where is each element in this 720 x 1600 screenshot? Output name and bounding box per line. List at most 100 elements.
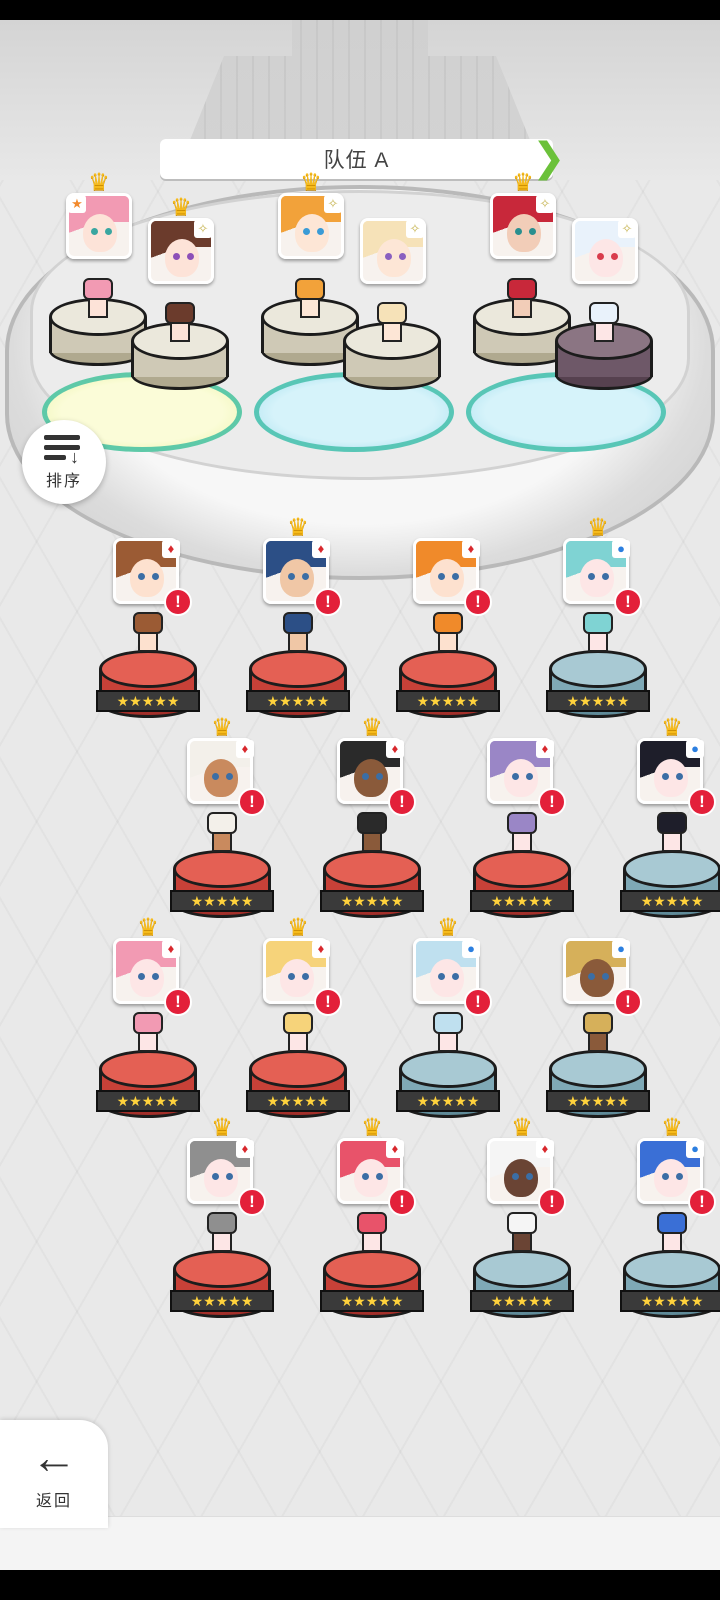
portrait-eye xyxy=(512,773,519,780)
portrait-eye xyxy=(385,253,392,260)
character-pedestal[interactable]: ★★★★★ xyxy=(620,850,720,920)
sprite-head xyxy=(83,278,113,300)
sprite-body xyxy=(438,632,458,652)
character-pedestal[interactable]: ★★★★★ xyxy=(320,850,424,920)
heart-suit-icon: ♦ xyxy=(386,740,404,758)
character-pedestal[interactable]: ★★★★★ xyxy=(396,650,500,720)
portrait-face xyxy=(504,759,538,797)
sprite-head xyxy=(433,612,463,634)
pixel-sprite xyxy=(203,1212,241,1256)
portrait-eye xyxy=(662,773,669,780)
portrait-face xyxy=(377,239,411,277)
star-rating: ★★★★★ xyxy=(620,1290,720,1312)
portrait-eye xyxy=(288,973,295,980)
portrait-eye xyxy=(91,228,98,235)
heart-suit-icon: ♦ xyxy=(312,540,330,558)
pixel-sprite xyxy=(429,612,467,656)
crown-icon: ♛ xyxy=(437,914,459,941)
portrait-eye xyxy=(438,573,445,580)
crown-icon: ♛ xyxy=(511,1114,533,1141)
character-pedestal[interactable]: ★★★★★ xyxy=(246,650,350,720)
sprite-head xyxy=(507,278,537,300)
crown-icon: ♛ xyxy=(211,714,233,741)
star-rating: ★★★★★ xyxy=(396,1090,500,1112)
portrait-face xyxy=(654,759,688,797)
pixel-sprite xyxy=(203,812,241,856)
alert-icon: ! xyxy=(614,588,642,616)
crown-icon: ♛ xyxy=(361,1114,383,1141)
portrait-eye xyxy=(602,573,609,580)
back-button[interactable]: ← 返回 xyxy=(0,1420,108,1528)
sprite-body xyxy=(138,632,158,652)
portrait-eye xyxy=(611,253,618,260)
portrait-eye xyxy=(302,573,309,580)
pixel-sprite xyxy=(503,1212,541,1256)
back-label: 返回 xyxy=(35,1493,72,1510)
star-rating: ★★★★★ xyxy=(320,1290,424,1312)
sort-button[interactable]: ↓ 排序 xyxy=(22,420,106,504)
portrait-face xyxy=(580,959,614,997)
pixel-sprite xyxy=(279,1012,317,1056)
pixel-sprite xyxy=(161,302,199,346)
status-bar xyxy=(0,0,720,20)
blue-dot-icon: ● xyxy=(612,540,630,558)
alert-icon: ! xyxy=(164,988,192,1016)
portrait-face xyxy=(130,959,164,997)
bottom-strip xyxy=(0,1516,720,1571)
character-pedestal[interactable]: ★★★★★ xyxy=(470,850,574,920)
star-rating: ★★★★★ xyxy=(246,690,350,712)
character-pedestal[interactable]: ★★★★★ xyxy=(320,1250,424,1320)
character-pedestal[interactable]: ★★★★★ xyxy=(396,1050,500,1120)
character-pedestal[interactable]: ★★★★★ xyxy=(546,1050,650,1120)
sprite-body xyxy=(138,1032,158,1052)
spark-icon: ✧ xyxy=(324,195,342,213)
sprite-body xyxy=(362,1232,382,1252)
crown-icon: ♛ xyxy=(287,914,309,941)
portrait-eye xyxy=(399,253,406,260)
sprite-head xyxy=(207,1212,237,1234)
character-pedestal[interactable]: ★★★★★ xyxy=(170,1250,274,1320)
sprite-head xyxy=(283,1012,313,1034)
sprite-head xyxy=(283,612,313,634)
portrait-face xyxy=(430,559,464,597)
alert-icon: ! xyxy=(464,588,492,616)
pixel-sprite xyxy=(129,612,167,656)
team-name-banner[interactable]: 队伍 A xyxy=(160,139,553,179)
portrait-eye xyxy=(602,973,609,980)
sprite-body xyxy=(512,1232,532,1252)
pixel-sprite xyxy=(429,1012,467,1056)
portrait-eye xyxy=(187,253,194,260)
sort-list-icon: ↓ xyxy=(44,433,84,467)
portrait-eye xyxy=(226,1173,233,1180)
character-pedestal[interactable]: ★★★★★ xyxy=(96,1050,200,1120)
character-pedestal[interactable]: ★★★★★ xyxy=(96,650,200,720)
portrait-face xyxy=(589,239,623,277)
heart-suit-icon: ♦ xyxy=(462,540,480,558)
crown-icon: ♛ xyxy=(287,514,309,541)
sprite-head xyxy=(507,812,537,834)
portrait-face xyxy=(504,1159,538,1197)
crown-icon: ♛ xyxy=(211,1114,233,1141)
character-pedestal[interactable]: ★★★★★ xyxy=(546,650,650,720)
portrait-face xyxy=(280,959,314,997)
pixel-sprite xyxy=(353,1212,391,1256)
character-pedestal[interactable]: ★★★★★ xyxy=(246,1050,350,1120)
star-rating: ★★★★★ xyxy=(246,1090,350,1112)
alert-icon: ! xyxy=(238,1188,266,1216)
portrait-eye xyxy=(597,253,604,260)
sprite-head xyxy=(133,612,163,634)
star-rating: ★★★★★ xyxy=(320,890,424,912)
portrait-eye xyxy=(303,228,310,235)
character-pedestal[interactable]: ★★★★★ xyxy=(620,1250,720,1320)
portrait-face xyxy=(83,214,117,252)
pixel-sprite xyxy=(653,812,691,856)
pixel-sprite xyxy=(373,302,411,346)
pixel-sprite xyxy=(79,278,117,322)
alert-icon: ! xyxy=(388,788,416,816)
star-rating: ★★★★★ xyxy=(396,690,500,712)
pixel-sprite xyxy=(291,278,329,322)
character-pedestal[interactable]: ★★★★★ xyxy=(470,1250,574,1320)
sprite-head xyxy=(657,1212,687,1234)
character-pedestal[interactable]: ★★★★★ xyxy=(170,850,274,920)
sprite-head xyxy=(583,612,613,634)
